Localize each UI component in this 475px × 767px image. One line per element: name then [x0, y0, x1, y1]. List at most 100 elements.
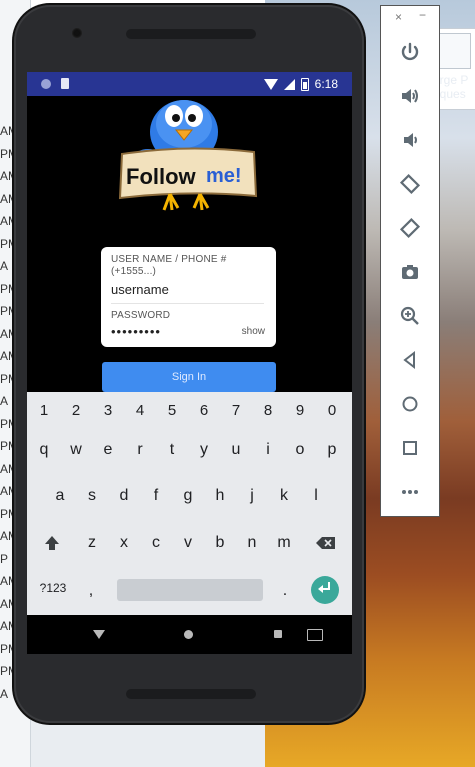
bottom-speaker — [126, 689, 256, 699]
key-a[interactable]: a — [44, 481, 76, 511]
key-9[interactable]: 9 — [284, 396, 316, 426]
nav-back-icon[interactable] — [93, 630, 105, 639]
key-0[interactable]: 0 — [316, 396, 348, 426]
signal-icon — [283, 78, 295, 90]
window-thumbnail — [435, 33, 471, 69]
home-button[interactable] — [398, 392, 422, 416]
key-6[interactable]: 6 — [188, 396, 220, 426]
sign-in-button[interactable]: Sign In — [102, 362, 276, 392]
password-input[interactable]: ••••••••• — [111, 325, 161, 338]
login-form: USER NAME / PHONE # (+1555...) username … — [101, 247, 276, 347]
period-key[interactable]: . — [273, 576, 297, 606]
key-7[interactable]: 7 — [220, 396, 252, 426]
toolbar-minimize-button[interactable]: − — [419, 8, 426, 22]
space-key[interactable] — [117, 579, 263, 601]
key-i[interactable]: i — [252, 435, 284, 465]
phone-screen: 6:18 Follow me! USER NAME / PHONE # (+15… — [27, 72, 352, 654]
key-c[interactable]: c — [140, 528, 172, 558]
overview-button[interactable] — [398, 436, 422, 460]
nav-home-icon[interactable] — [184, 630, 193, 639]
earpiece-speaker — [126, 29, 256, 39]
emulator-toolbar: × − — [380, 5, 440, 517]
key-x[interactable]: x — [108, 528, 140, 558]
backspace-key[interactable] — [311, 528, 341, 562]
key-w[interactable]: w — [60, 435, 92, 465]
volume-down-icon — [404, 133, 417, 147]
emulator-phone: 6:18 Follow me! USER NAME / PHONE # (+15… — [14, 5, 364, 723]
rotate-left-button[interactable] — [398, 172, 422, 196]
key-b[interactable]: b — [204, 528, 236, 558]
status-icons: 6:18 — [263, 76, 338, 92]
symbols-key[interactable]: ?123 — [33, 573, 73, 603]
key-1[interactable]: 1 — [28, 396, 60, 426]
key-4[interactable]: 4 — [124, 396, 156, 426]
key-r[interactable]: r — [124, 435, 156, 465]
key-3[interactable]: 3 — [92, 396, 124, 426]
status-bar: 6:18 — [27, 72, 352, 96]
key-l[interactable]: l — [300, 481, 332, 511]
key-v[interactable]: v — [172, 528, 204, 558]
camera-icon — [402, 265, 418, 279]
key-h[interactable]: h — [204, 481, 236, 511]
more-dots-icon — [402, 490, 418, 494]
rotate-left-icon — [399, 173, 421, 195]
zoom-in-icon — [400, 306, 419, 325]
username-label: USER NAME / PHONE # (+1555...) — [111, 254, 227, 277]
front-camera — [72, 28, 82, 38]
overview-square-icon — [403, 441, 417, 455]
sd-card-icon — [61, 78, 69, 89]
key-k[interactable]: k — [268, 481, 300, 511]
back-button[interactable] — [398, 348, 422, 372]
screenshot-button[interactable] — [398, 260, 422, 284]
key-q[interactable]: q — [28, 435, 60, 465]
navigation-bar — [27, 615, 352, 654]
battery-icon — [300, 77, 309, 91]
key-z[interactable]: z — [76, 528, 108, 558]
volume-down-button[interactable] — [398, 128, 422, 152]
power-button[interactable] — [398, 40, 422, 64]
nav-recents-icon[interactable] — [274, 630, 282, 638]
shift-key[interactable] — [37, 528, 67, 565]
key-o[interactable]: o — [284, 435, 316, 465]
key-5[interactable]: 5 — [156, 396, 188, 426]
password-label: PASSWORD — [111, 310, 171, 321]
shift-arrow-icon — [45, 536, 59, 550]
toolbar-close-button[interactable]: × — [395, 10, 402, 24]
key-8[interactable]: 8 — [252, 396, 284, 426]
enter-key[interactable] — [311, 576, 339, 604]
enter-arrow-stem — [328, 582, 330, 590]
key-f[interactable]: f — [140, 481, 172, 511]
more-button[interactable] — [398, 480, 422, 504]
notification-circle-icon — [41, 79, 51, 89]
followme-logo: Follow me! — [112, 94, 262, 212]
logo-text-follow: Follow — [126, 164, 197, 189]
field-divider — [111, 303, 264, 304]
zoom-button[interactable] — [398, 304, 422, 328]
enter-arrow-icon — [318, 585, 323, 593]
key-n[interactable]: n — [236, 528, 268, 558]
keyboard-switch-icon[interactable] — [307, 629, 323, 641]
wifi-icon — [263, 78, 278, 90]
key-p[interactable]: p — [316, 435, 348, 465]
key-u[interactable]: u — [220, 435, 252, 465]
status-time: 6:18 — [314, 77, 338, 91]
key-s[interactable]: s — [76, 481, 108, 511]
key-2[interactable]: 2 — [60, 396, 92, 426]
rotate-right-icon — [399, 217, 421, 239]
show-password-toggle[interactable]: show — [242, 326, 265, 337]
key-g[interactable]: g — [172, 481, 204, 511]
key-d[interactable]: d — [108, 481, 140, 511]
key-y[interactable]: y — [188, 435, 220, 465]
logo-text-me: me! — [206, 165, 242, 187]
home-circle-icon — [402, 396, 418, 412]
comma-key[interactable]: , — [79, 576, 103, 606]
key-e[interactable]: e — [92, 435, 124, 465]
back-triangle-icon — [403, 350, 415, 370]
username-input[interactable]: username — [111, 282, 169, 297]
volume-up-button[interactable] — [398, 84, 422, 108]
power-icon — [401, 42, 419, 61]
rotate-right-button[interactable] — [398, 216, 422, 240]
key-j[interactable]: j — [236, 481, 268, 511]
key-m[interactable]: m — [268, 528, 300, 558]
key-t[interactable]: t — [156, 435, 188, 465]
